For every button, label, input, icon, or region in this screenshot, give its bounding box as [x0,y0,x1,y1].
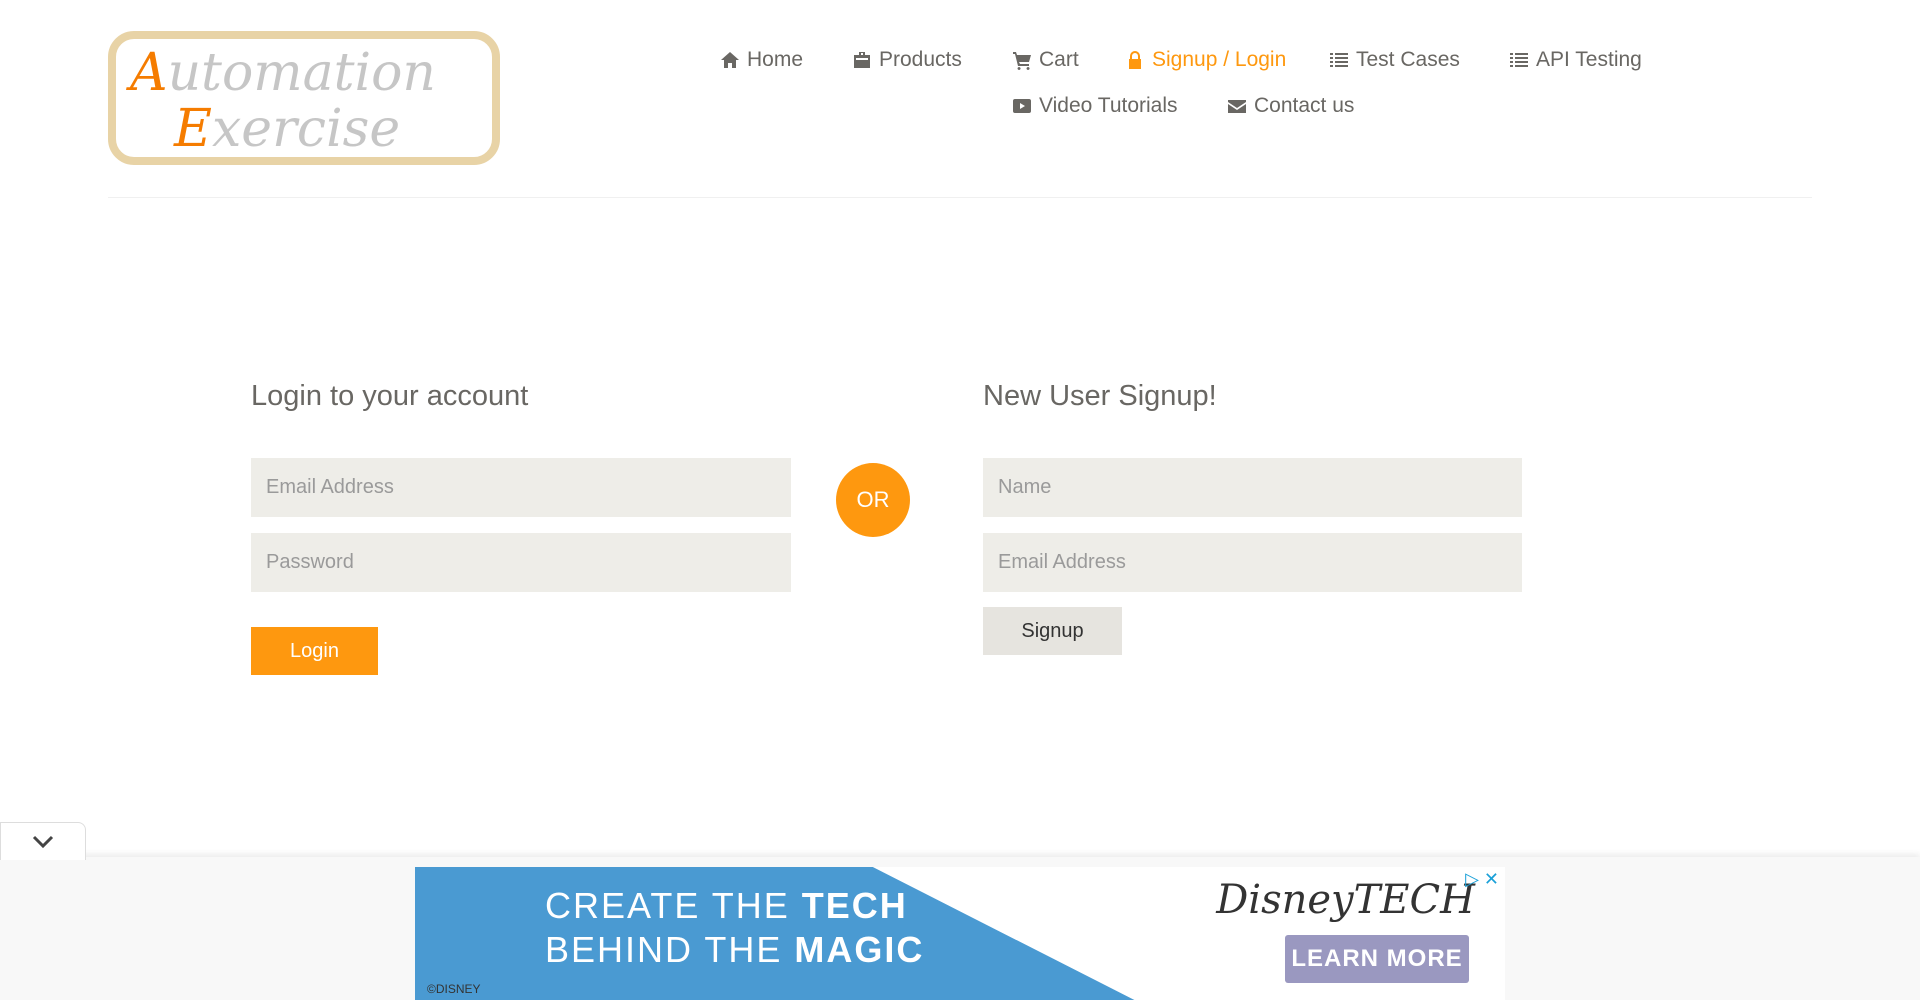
nav-signup-login[interactable]: Signup / Login [1125,48,1286,72]
ad-close-icon[interactable]: ▷ ✕ [1465,869,1499,890]
ad-learn-more-button[interactable]: LEARN MORE [1285,935,1469,983]
nav-home[interactable]: Home [720,48,803,72]
signup-name-input[interactable] [983,458,1522,517]
logo-text: A [130,43,168,103]
nav-cart[interactable]: Cart [1012,48,1079,72]
login-password-input[interactable] [251,533,791,592]
lock-icon [1129,51,1141,69]
nav-label: Video Tutorials [1039,94,1178,117]
nav-test-cases[interactable]: Test Cases [1329,48,1460,72]
nav-video-tutorials[interactable]: Video Tutorials [1012,94,1178,118]
nav-label: Test Cases [1356,48,1460,71]
youtube-play-icon [1013,99,1031,113]
envelope-icon [1228,100,1246,113]
or-badge: OR [836,463,910,537]
signup-email-input[interactable] [983,533,1522,592]
login-email-input[interactable] [251,458,791,517]
nav-label: Home [747,48,804,71]
nav-contact-us[interactable]: Contact us [1227,94,1354,118]
chevron-down-icon [32,835,54,848]
nav-label: Contact us [1254,94,1355,117]
list-icon [1510,53,1528,67]
collapse-ad-button[interactable] [0,822,86,860]
nav-label: Signup / Login [1152,48,1287,71]
logo-text: E [174,99,212,159]
header-divider [108,197,1812,198]
ad-copyright: ©DISNEY [427,982,481,996]
ad-headline-2: BEHIND THE MAGIC [545,929,925,970]
ad-headline-1: CREATE THE TECH [545,885,908,926]
briefcase-icon [854,52,870,68]
logo-text: xercise [211,99,401,159]
nav-label: API Testing [1536,48,1642,71]
home-icon [721,52,739,68]
nav-products[interactable]: Products [852,48,962,72]
login-title: Login to your account [251,380,529,412]
nav-api-testing[interactable]: API Testing [1509,48,1642,72]
signup-button[interactable]: Signup [983,607,1122,655]
signup-title: New User Signup! [983,380,1217,412]
nav-label: Cart [1039,48,1079,71]
logo-text: utomation [167,43,436,103]
ad-banner[interactable]: CREATE THE TECH BEHIND THE MAGIC DisneyT… [415,867,1505,1000]
list-icon [1330,53,1348,67]
logo[interactable]: Automation Exercise [108,31,500,165]
cart-icon [1013,52,1031,70]
login-button[interactable]: Login [251,627,378,675]
nav-label: Products [879,48,962,71]
ad-brand-logo: DisneyTECH [1216,877,1475,923]
